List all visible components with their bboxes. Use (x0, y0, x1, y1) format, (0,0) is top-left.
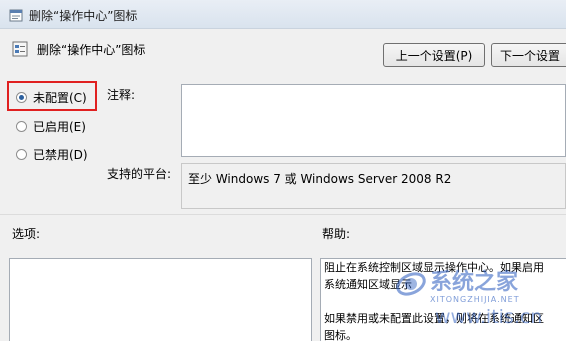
radio-button[interactable] (16, 92, 27, 103)
options-panel (9, 258, 312, 341)
radio-enabled[interactable]: 已启用(E) (16, 118, 86, 135)
radio-label: 已启用(E) (33, 120, 86, 134)
help-line: 图标。 (324, 329, 357, 341)
radio-label: 未配置(C) (33, 91, 87, 105)
help-line: 系统通知区域显示 (324, 278, 412, 291)
options-label: 选项: (12, 227, 41, 241)
supported-platform-value: 至少 Windows 7 或 Windows Server 2008 R2 (188, 172, 452, 186)
window-title: 删除“操作中心”图标 (29, 9, 138, 23)
supported-platform-box: 至少 Windows 7 或 Windows Server 2008 R2 (181, 163, 566, 209)
setting-icon (12, 41, 28, 60)
help-text-panel: 阻止在系统控制区域显示操作中心。如果启用 系统通知区域显示 如果禁用或未配置此设… (320, 258, 566, 341)
comment-textarea[interactable] (181, 84, 566, 157)
help-line: 如果禁用或未配置此设置，则将在系统通知区 (324, 312, 544, 325)
title-bar: 删除“操作中心”图标 (0, 0, 566, 29)
radio-button[interactable] (16, 149, 27, 160)
comment-label: 注释: (107, 88, 136, 102)
previous-setting-button[interactable]: 上一个设置(P) (383, 43, 485, 67)
supported-platform-label: 支持的平台: (107, 167, 172, 181)
radio-button[interactable] (16, 121, 27, 132)
divider (0, 214, 566, 215)
help-line (321, 293, 566, 310)
help-line: 阻止在系统控制区域显示操作中心。如果启用 (324, 261, 544, 274)
next-setting-button[interactable]: 下一个设置 (491, 43, 566, 67)
radio-not-configured[interactable]: 未配置(C) (16, 89, 87, 106)
setting-title: 删除“操作中心”图标 (37, 43, 146, 57)
help-label: 帮助: (322, 227, 351, 241)
radio-label: 已禁用(D) (33, 148, 88, 162)
policy-icon (9, 8, 23, 25)
radio-disabled[interactable]: 已禁用(D) (16, 146, 88, 163)
